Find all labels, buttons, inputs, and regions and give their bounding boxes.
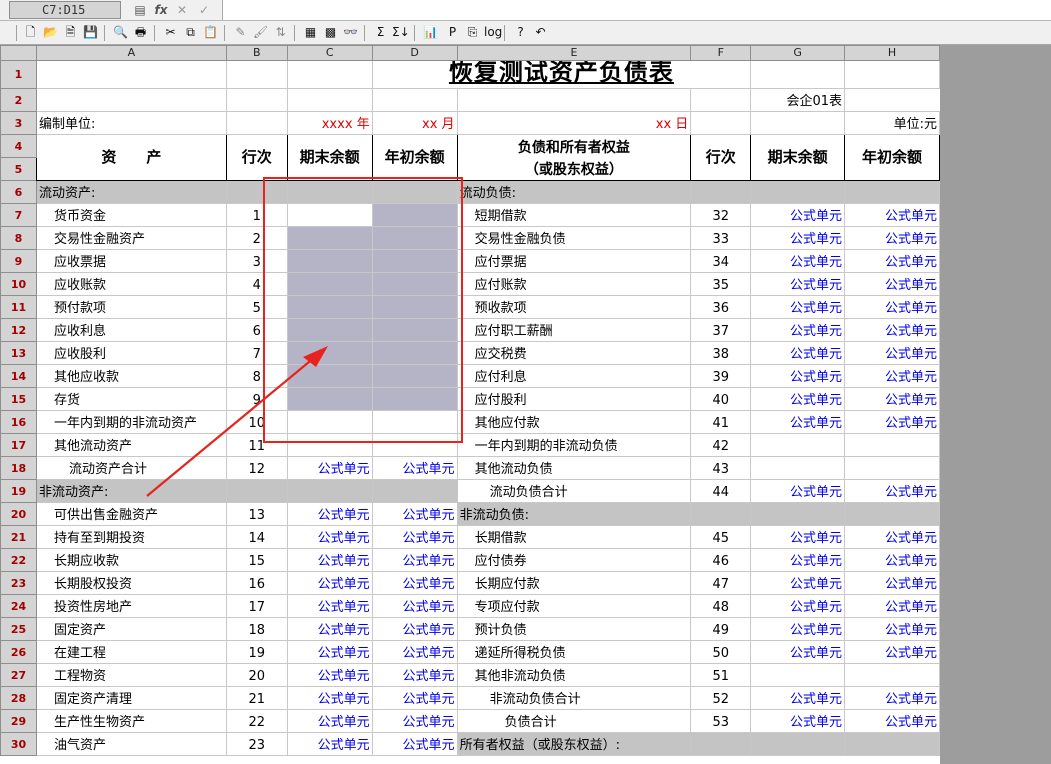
preview-icon[interactable]: 🔍 xyxy=(112,24,129,41)
page-icon[interactable]: ⎘ xyxy=(464,24,481,41)
confirm-icon[interactable]: ✓ xyxy=(196,2,212,18)
cut-icon[interactable]: ✂ xyxy=(162,24,179,41)
undo-icon[interactable]: ↶ xyxy=(532,24,549,41)
open-icon[interactable]: 📂 xyxy=(42,24,59,41)
fill-icon[interactable]: ✎ xyxy=(232,24,249,41)
annotation-box xyxy=(263,177,463,443)
toolbar-separator xyxy=(224,25,225,41)
cancel-icon[interactable]: ✕ xyxy=(174,2,190,18)
print-icon[interactable]: 🖶 xyxy=(132,24,149,41)
p-icon[interactable]: P xyxy=(444,24,461,41)
table-icon[interactable]: ▦ xyxy=(302,24,319,41)
sheet-icon[interactable]: ▤ xyxy=(132,2,148,18)
sort-icon[interactable]: ⇅ xyxy=(272,24,289,41)
toolbar-separator xyxy=(294,25,295,41)
doc-icon[interactable]: 🗎 xyxy=(62,24,79,41)
sum-icon[interactable]: Σ xyxy=(372,24,389,41)
toolbar-separator xyxy=(504,25,505,41)
chart-icon[interactable]: 📊 xyxy=(422,24,439,41)
name-box[interactable]: C7:D15 xyxy=(9,1,121,19)
format-painter-icon[interactable]: 🖌 xyxy=(252,24,269,41)
grid-icon[interactable]: ▩ xyxy=(322,24,339,41)
toolbar-separator xyxy=(104,25,105,41)
formula-input[interactable] xyxy=(222,0,1051,20)
sum-selection-icon[interactable]: Σ↓ xyxy=(392,24,410,41)
toolbar-separator xyxy=(414,25,415,41)
save-icon[interactable]: 💾 xyxy=(82,24,99,41)
paste-icon[interactable]: 📋 xyxy=(202,24,219,41)
find-icon[interactable]: 👓 xyxy=(342,24,359,41)
toolbar-separator xyxy=(364,25,365,41)
fx-icon[interactable]: fx xyxy=(153,2,169,18)
copy-icon[interactable]: ⧉ xyxy=(182,24,199,41)
log-icon[interactable]: log xyxy=(484,24,502,41)
toolbar-separator xyxy=(16,25,17,41)
annotation-arrow-line xyxy=(146,356,316,497)
toolbar-separator xyxy=(154,25,155,41)
spreadsheet[interactable]: A B C D E F G H 1 恢复测试资产负债表 2 会企01表 3 编制单位: xxxx 年 xx 月… xyxy=(0,45,940,764)
help-icon[interactable]: ? xyxy=(512,24,529,41)
formula-bar: C7:D15 ▤ fx ✕ ✓ xyxy=(0,0,1051,21)
toolbar: 🗋 📂 🗎 💾 🔍 🖶 ✂ ⧉ 📋 ✎ 🖌 ⇅ ▦ ▩ 👓 Σ Σ↓ 📊 P ⎘ log? ↶ xyxy=(0,21,1051,45)
annotation-layer xyxy=(146,177,463,497)
new-icon[interactable]: 🗋 xyxy=(22,24,39,41)
